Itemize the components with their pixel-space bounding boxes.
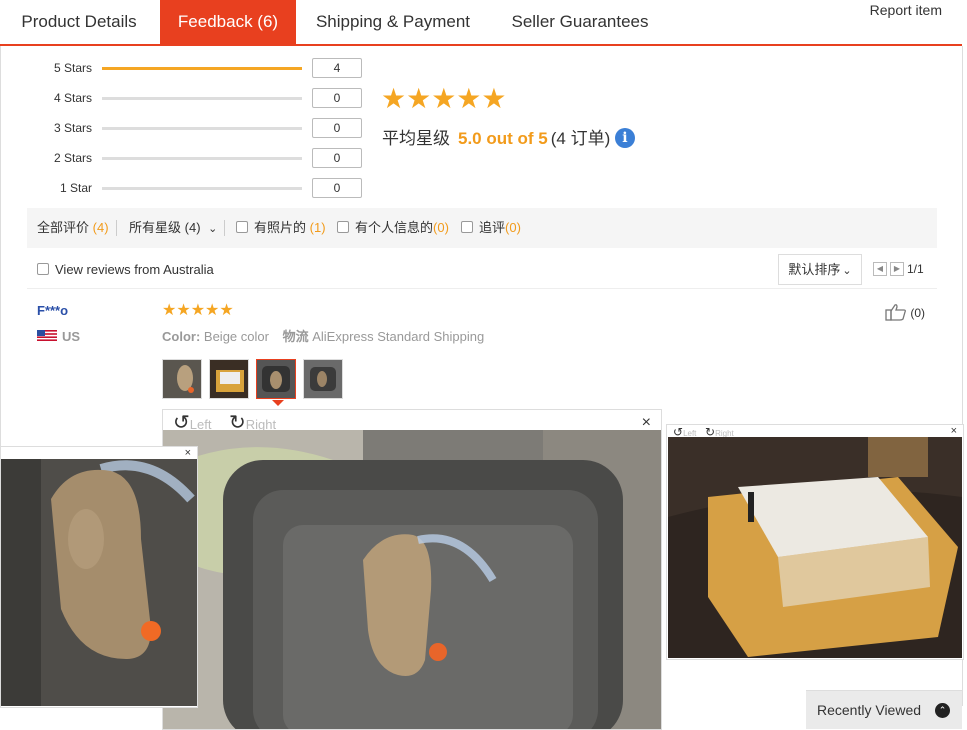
checkbox[interactable] <box>337 221 349 233</box>
rating-bar <box>102 187 302 190</box>
page-indicator: 1/1 <box>907 262 924 276</box>
tab-shipping-payment[interactable]: Shipping & Payment <box>300 0 486 44</box>
rating-row[interactable]: 1 Star 0 <box>0 177 370 199</box>
photo-thumbnail[interactable] <box>303 359 343 399</box>
us-flag-icon <box>37 330 57 341</box>
review-stars: ★★★★★ <box>162 302 234 319</box>
filter-all[interactable]: 全部评价 (4) <box>37 208 109 248</box>
photo-viewer-right: ↺Left ↻Right × <box>666 424 964 660</box>
photo-viewer-main: ↺Left ↻Right × <box>162 409 662 730</box>
rating-bar <box>102 127 302 130</box>
filter-stars-count: (4) <box>184 220 201 235</box>
rating-row[interactable]: 5 Stars 4 <box>0 57 370 79</box>
filter-all-count: (4) <box>92 220 109 235</box>
rating-bar <box>102 67 302 70</box>
color-value: Beige color <box>203 329 269 344</box>
recently-viewed-label: Recently Viewed <box>817 702 922 718</box>
photo-thumbnail-selected[interactable] <box>256 359 296 399</box>
checkbox[interactable] <box>236 221 248 233</box>
package-photo <box>668 437 962 658</box>
view-australia-label: View reviews from Australia <box>55 262 214 277</box>
average-rating: 平均星级 5.0 out of 5 (4 订单) i <box>382 124 635 149</box>
filter-follow-up[interactable]: 追评(0) <box>461 208 521 248</box>
checkbox[interactable] <box>37 263 49 275</box>
rating-row[interactable]: 2 Stars 0 <box>0 147 370 169</box>
package-photo <box>210 360 248 398</box>
reviewer-country: US <box>62 329 81 344</box>
tab-feedback[interactable]: Feedback (6) <box>160 0 296 44</box>
close-icon[interactable]: × <box>185 447 191 459</box>
rating-count: 0 <box>312 178 362 198</box>
rating-row[interactable]: 4 Stars 0 <box>0 87 370 109</box>
filter-personal-label: 有个人信息的 <box>355 220 434 235</box>
rating-count: 4 <box>312 58 362 78</box>
case-photo <box>257 360 295 398</box>
reviewer-name[interactable]: F***o <box>37 303 68 318</box>
sort-label: 默认排序 <box>788 262 841 277</box>
chevron-down-icon: ⌄ <box>842 265 852 277</box>
filter-bar: 全部评价 (4) 所有星级 (4) ⌄ 有照片的 (1) 有个人信息的(0) 追… <box>27 208 937 248</box>
filter-personal-info[interactable]: 有个人信息的(0) <box>337 208 449 248</box>
review-meta: Color: Beige color 物流 AliExpress Standar… <box>162 326 484 345</box>
recently-viewed-panel[interactable]: Recently Viewed ⌃ <box>806 690 962 729</box>
case-photo <box>304 360 342 398</box>
filter-followup-label: 追评 <box>479 220 506 235</box>
filter-all-stars-dropdown[interactable]: 所有星级 (4) ⌄ <box>129 208 217 249</box>
filter-all-label: 全部评价 <box>37 220 90 235</box>
rating-count: 0 <box>312 118 362 138</box>
selected-indicator <box>272 400 284 406</box>
filter-divider <box>116 220 117 236</box>
prev-page-button[interactable]: ◀ <box>873 262 887 276</box>
close-icon[interactable]: × <box>951 425 957 437</box>
rating-label: 1 Star <box>59 181 92 195</box>
report-item-link[interactable]: Report item <box>870 2 942 18</box>
thumbs-up-icon <box>885 304 906 321</box>
rating-label: 2 Stars <box>53 151 92 165</box>
rating-bar-fill <box>102 67 302 70</box>
info-icon[interactable]: i <box>614 128 635 148</box>
checkbox[interactable] <box>461 221 473 233</box>
helpful-count: (0) <box>910 306 926 320</box>
average-score: 5.0 out of 5 <box>458 129 548 148</box>
chevron-up-icon: ⌃ <box>935 703 950 718</box>
photo-viewer-left: × <box>0 446 198 708</box>
filter-stars-label: 所有星级 <box>129 220 182 235</box>
tab-product-details[interactable]: Product Details <box>0 0 158 44</box>
filter-divider <box>224 220 225 236</box>
rating-label: 5 Stars <box>53 61 92 75</box>
average-stars: ★★★★★ <box>381 83 507 114</box>
chevron-down-icon: ⌄ <box>208 223 218 235</box>
order-count: (4 订单) <box>550 129 611 148</box>
rating-count: 0 <box>312 88 362 108</box>
hearing-aid-case-photo <box>163 430 661 729</box>
filter-with-photos[interactable]: 有照片的 (1) <box>236 208 326 248</box>
next-page-button[interactable]: ▶ <box>890 262 904 276</box>
rating-label: 3 Stars <box>53 121 92 135</box>
photo-thumbnail[interactable] <box>209 359 249 399</box>
view-australia-option[interactable]: View reviews from Australia <box>37 262 214 277</box>
average-label: 平均星级 <box>382 129 450 148</box>
hearing-aid-closeup-photo <box>1 459 197 706</box>
rating-bar <box>102 97 302 100</box>
sort-dropdown[interactable]: 默认排序 ⌄ <box>778 254 862 285</box>
shipping-label: 物流 <box>282 329 309 344</box>
rating-bar <box>102 157 302 160</box>
helpful-button[interactable]: (0) <box>885 303 925 321</box>
divider <box>27 288 937 289</box>
tab-bar: Product Details Feedback (6) Shipping & … <box>0 0 962 46</box>
shipping-value: AliExpress Standard Shipping <box>312 329 485 344</box>
color-label: Color: <box>162 329 201 344</box>
photo-thumbnail[interactable] <box>162 359 202 399</box>
rating-row[interactable]: 3 Stars 0 <box>0 117 370 139</box>
hearing-aid-photo <box>163 360 201 398</box>
filter-photos-label: 有照片的 <box>254 220 307 235</box>
filter-photos-count: (1) <box>309 220 326 235</box>
tab-seller-guarantees[interactable]: Seller Guarantees <box>496 0 664 44</box>
rating-label: 4 Stars <box>53 91 92 105</box>
filter-personal-count: (0) <box>433 220 449 235</box>
filter-followup-count: (0) <box>505 220 521 235</box>
rating-count: 0 <box>312 148 362 168</box>
